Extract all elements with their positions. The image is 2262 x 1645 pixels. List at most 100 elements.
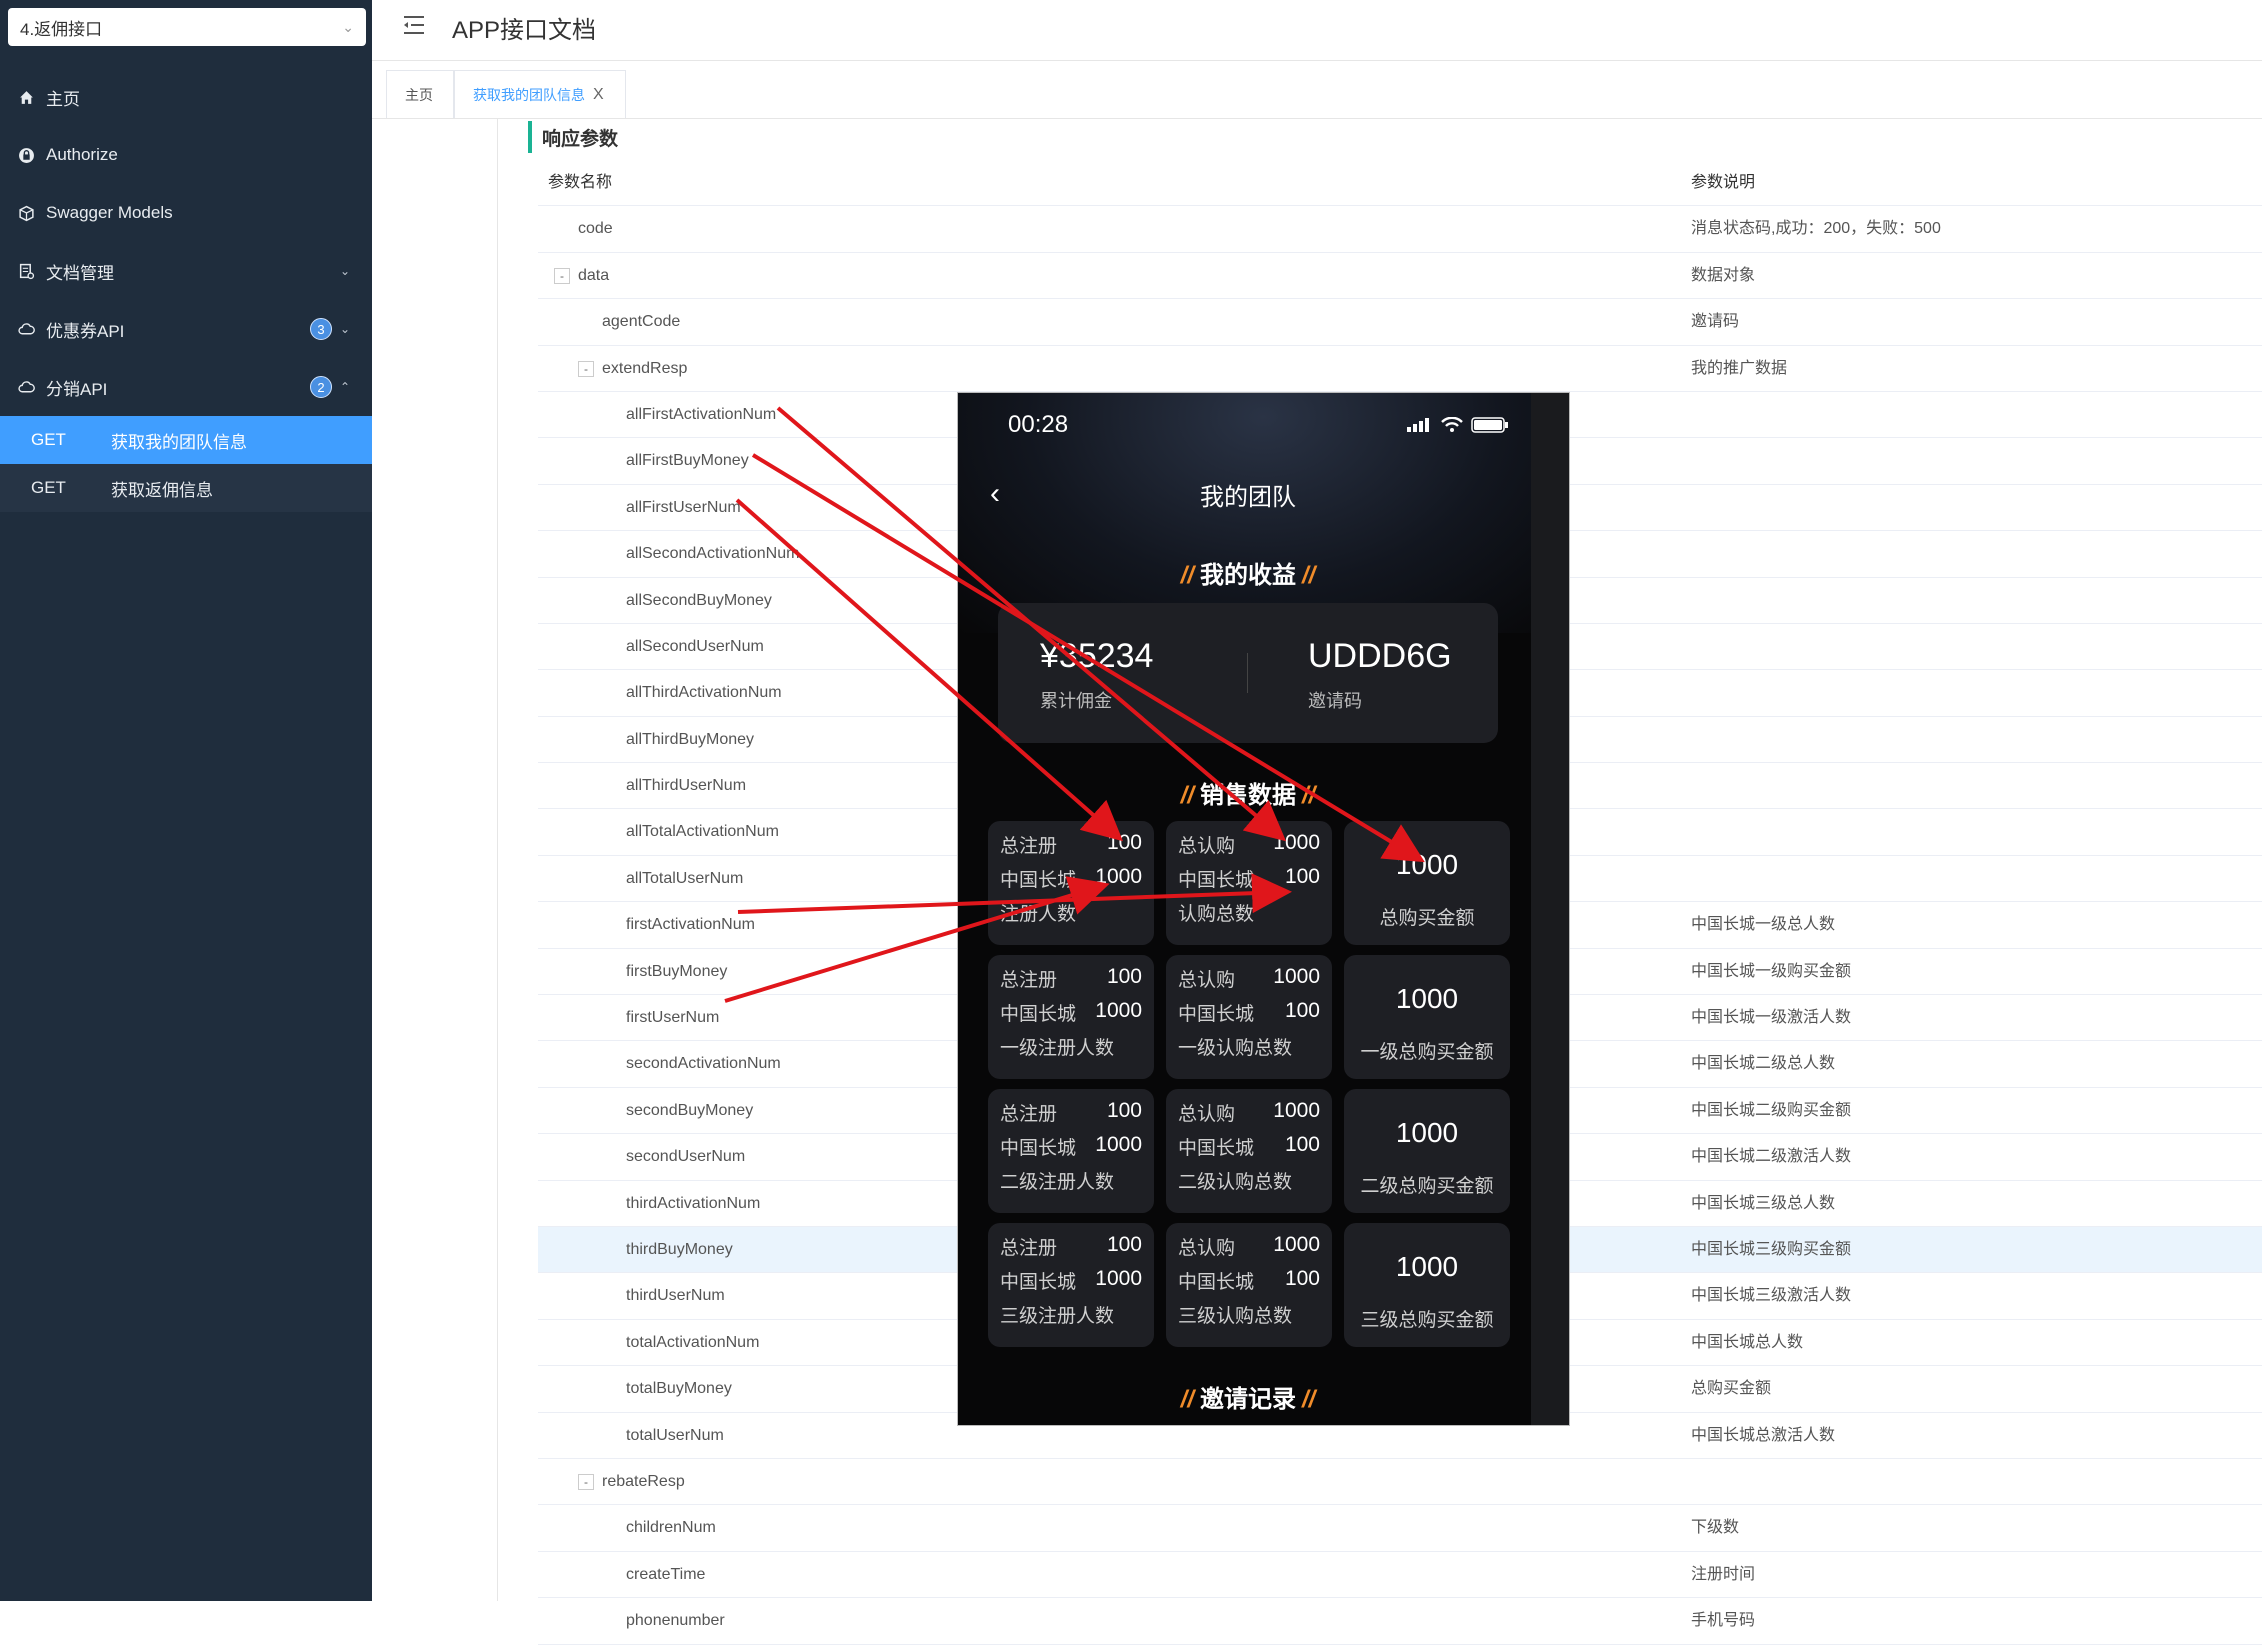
registration-stat-card: 总注册 100 中国长城 1000 二级注册人数 xyxy=(988,1089,1154,1213)
param-desc: 中国长城二级激活人数 xyxy=(1691,1148,1852,1166)
subscription-stat-card: 总认购 1000 中国长城 100 三级认购总数 xyxy=(1166,1223,1332,1347)
status-icons xyxy=(1407,417,1509,433)
doc-icon xyxy=(16,261,36,281)
cloud-icon xyxy=(16,377,36,397)
collapse-toggle-icon[interactable]: - xyxy=(554,267,570,284)
param-desc: 注册时间 xyxy=(1691,1565,1756,1583)
slash-decor-icon: // xyxy=(1180,562,1194,589)
param-name: firstUserNum xyxy=(626,1009,720,1027)
param-name: firstActivationNum xyxy=(626,916,755,934)
table-row: createTime 注册时间 xyxy=(538,1552,2262,1599)
purchase-amount-value: 1000 xyxy=(1395,1251,1459,1282)
section-invite-title: //邀请记录// xyxy=(958,1379,1538,1414)
column-header-desc: 参数说明 xyxy=(1691,174,1756,191)
stat-value: 100 xyxy=(1106,1233,1142,1256)
sidebar-subitem-rebate-info[interactable]: GET 获取返佣信息 xyxy=(0,464,372,512)
purchase-amount-card: 1000 总购买金额 xyxy=(1344,821,1510,945)
param-desc: 中国长城一级激活人数 xyxy=(1691,1009,1852,1027)
invite-code-value: UDDD6G xyxy=(1308,637,1452,675)
param-desc: 中国长城三级激活人数 xyxy=(1691,1287,1852,1305)
menu-toggle-icon[interactable] xyxy=(402,14,426,36)
section-invite-label: 邀请记录 xyxy=(1200,1386,1296,1413)
param-name: rebateResp xyxy=(602,1472,685,1490)
param-name: allFirstActivationNum xyxy=(626,405,777,423)
collapse-toggle-icon[interactable]: - xyxy=(578,360,594,377)
sidebar-item-label: 主页 xyxy=(46,89,80,109)
tab-home[interactable]: 主页 xyxy=(386,70,454,118)
total-commission-value: ¥35234 xyxy=(1040,637,1154,675)
param-desc: 中国长城三级购买金额 xyxy=(1691,1240,1852,1258)
stat-value: 100 xyxy=(1284,1133,1320,1156)
param-name: totalUserNum xyxy=(626,1426,724,1444)
tab-team-info[interactable]: 获取我的团队信息 X xyxy=(454,70,626,118)
param-desc: 中国长城一级购买金额 xyxy=(1691,962,1852,980)
sidebar-item-label: 文档管理 xyxy=(46,263,114,283)
section-earnings-label: 我的收益 xyxy=(1200,562,1296,589)
earnings-card: ¥35234 累计佣金 UDDD6G 邀请码 xyxy=(998,603,1498,743)
stat-label: 总注册 xyxy=(1000,836,1058,857)
param-desc: 我的推广数据 xyxy=(1691,359,1788,377)
close-icon[interactable]: X xyxy=(593,86,604,104)
divider xyxy=(1247,653,1248,693)
param-name: phonenumber xyxy=(626,1612,725,1630)
sidebar-item-home[interactable]: 主页 xyxy=(0,68,372,126)
app-title: APP接口文档 xyxy=(452,17,597,44)
sidebar-item-distribution-api[interactable]: 分销API 2 ⌃ xyxy=(0,358,372,416)
sidebar-item-coupon-api[interactable]: 优惠券API 3 ⌄ xyxy=(0,300,372,358)
lock-icon xyxy=(16,145,36,165)
stat-label: 总认购 xyxy=(1178,1238,1236,1259)
slash-decor-icon: // xyxy=(1302,782,1316,809)
stat-value: 1000 xyxy=(1095,999,1142,1022)
api-group-select[interactable]: 4.返佣接口 ⌄ xyxy=(8,8,366,46)
sidebar-item-doc-manage[interactable]: 文档管理 ⌄ xyxy=(0,242,372,300)
param-name: allTotalUserNum xyxy=(626,869,744,887)
param-desc: 中国长城二级总人数 xyxy=(1691,1055,1836,1073)
param-name: allSecondBuyMoney xyxy=(626,591,772,609)
param-name: thirdBuyMoney xyxy=(626,1240,733,1258)
slash-decor-icon: // xyxy=(1302,1386,1316,1413)
purchase-amount-caption: 一级总购买金额 xyxy=(1360,1042,1494,1063)
param-name: agentCode xyxy=(602,313,681,331)
sidebar-item-swagger-models[interactable]: Swagger Models xyxy=(0,184,372,242)
battery-icon xyxy=(1471,417,1508,433)
http-method: GET xyxy=(31,478,66,497)
stat-label: 总认购 xyxy=(1178,1104,1236,1125)
stat-value: 100 xyxy=(1284,1267,1320,1290)
param-name: childrenNum xyxy=(626,1519,716,1537)
sidebar: 4.返佣接口 ⌄ 主页 Authorize Swagger Models 文档管… xyxy=(0,0,372,1601)
stat-label: 总注册 xyxy=(1000,1104,1058,1125)
param-name: secondBuyMoney xyxy=(626,1101,754,1119)
stat-label: 总注册 xyxy=(1000,1238,1058,1259)
sidebar-nav: 主页 Authorize Swagger Models 文档管理 ⌄ 优惠券AP… xyxy=(0,68,372,512)
wifi-icon xyxy=(1441,417,1463,432)
stat-label: 中国长城 xyxy=(1000,1272,1077,1293)
subscription-stat-card: 总认购 1000 中国长城 100 二级认购总数 xyxy=(1166,1089,1332,1213)
stat-value: 1000 xyxy=(1273,965,1320,988)
stat-caption: 三级注册人数 xyxy=(1000,1306,1115,1327)
registration-stat-card: 总注册 100 中国长城 1000 注册人数 xyxy=(988,821,1154,945)
purchase-amount-caption: 三级总购买金额 xyxy=(1360,1310,1494,1331)
param-name: secondActivationNum xyxy=(626,1055,781,1073)
stat-value: 1000 xyxy=(1095,865,1142,888)
sidebar-item-authorize[interactable]: Authorize xyxy=(0,126,372,184)
collapse-toggle-icon[interactable]: - xyxy=(578,1473,594,1490)
sidebar-item-label: Authorize xyxy=(46,145,118,164)
table-row: code 消息状态码,成功：200，失败：500 xyxy=(538,206,2262,253)
stat-label: 中国长城 xyxy=(1000,870,1077,891)
stat-caption: 注册人数 xyxy=(1000,904,1077,925)
stat-value: 100 xyxy=(1284,999,1320,1022)
cloud-icon xyxy=(16,319,36,339)
section-accent-bar xyxy=(528,121,532,153)
param-name: allSecondUserNum xyxy=(626,637,764,655)
chevron-down-icon: ⌄ xyxy=(339,264,350,278)
stat-label: 总认购 xyxy=(1178,970,1236,991)
sidebar-subitem-team-info[interactable]: GET 获取我的团队信息 xyxy=(0,416,372,464)
table-row: - extendResp 我的推广数据 xyxy=(538,346,2262,392)
stat-caption: 一级注册人数 xyxy=(1000,1038,1115,1059)
invite-code-label: 邀请码 xyxy=(1308,691,1362,711)
stat-value: 1000 xyxy=(1273,1099,1320,1122)
param-name: thirdActivationNum xyxy=(626,1194,761,1212)
param-name: allFirstUserNum xyxy=(626,498,741,516)
slash-decor-icon: // xyxy=(1302,562,1316,589)
section-title: 响应参数 xyxy=(542,129,619,150)
